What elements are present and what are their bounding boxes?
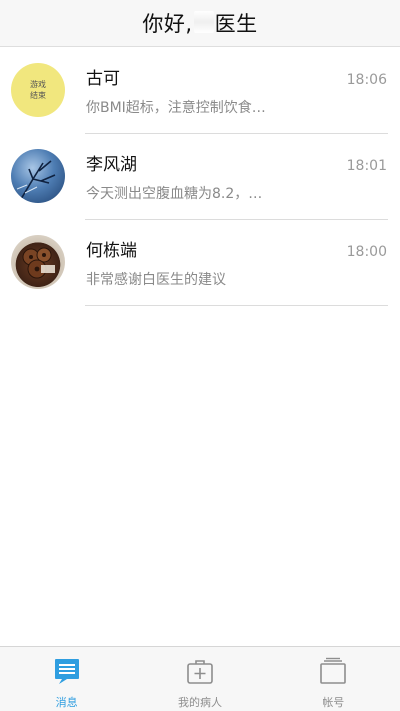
tab-label: 消息 bbox=[55, 696, 78, 709]
account-icon bbox=[320, 657, 347, 684]
conversation-preview: 非常感谢白医生的建议 bbox=[86, 272, 226, 288]
food-plate-image-icon bbox=[22, 247, 55, 279]
conversation-item-hedongduan[interactable]: 何栋端 非常感谢白医生的建议 18:00 bbox=[0, 220, 400, 306]
tab-messages[interactable]: 消息 bbox=[0, 647, 133, 711]
avatar bbox=[11, 149, 65, 203]
conversation-name: 李风湖 bbox=[86, 155, 137, 175]
title-prefix: 你好, bbox=[142, 12, 193, 36]
conversation-name: 古可 bbox=[86, 69, 120, 89]
winter-tree-image-icon bbox=[16, 160, 56, 200]
tab-bar: 消息 我的病人 帐号 bbox=[0, 646, 400, 711]
tab-label: 我的病人 bbox=[177, 696, 222, 709]
divider bbox=[85, 305, 388, 306]
tab-label: 帐号 bbox=[322, 696, 345, 709]
conversation-list: 游戏 结束 古可 你BMI超标，注意控制饮食… 18:06 李风湖 今天测出空腹… bbox=[0, 48, 400, 306]
page-title: 你好,王医生 bbox=[142, 8, 257, 38]
conversation-name: 何栋端 bbox=[86, 241, 137, 261]
conversation-preview: 今天测出空腹血糖为8.2，… bbox=[86, 186, 263, 202]
conversation-preview: 你BMI超标，注意控制饮食… bbox=[86, 100, 266, 116]
avatar bbox=[11, 235, 65, 289]
message-icon bbox=[54, 659, 79, 684]
conversation-item-lifenghu[interactable]: 李风湖 今天测出空腹血糖为8.2，… 18:01 bbox=[0, 134, 400, 220]
title-name-obscured: 王 bbox=[193, 11, 214, 33]
tab-account[interactable]: 帐号 bbox=[267, 647, 400, 711]
nav-header: 你好,王医生 bbox=[0, 0, 400, 47]
title-suffix: 医生 bbox=[214, 12, 258, 36]
avatar-text-line2: 结束 bbox=[30, 91, 46, 100]
avatar: 游戏 结束 bbox=[11, 63, 65, 117]
tab-my-patients[interactable]: 我的病人 bbox=[133, 647, 266, 711]
app-screen: 你好,王医生 游戏 结束 古可 你BMI超标，注意控制饮食… 18:06 李风湖… bbox=[0, 0, 400, 711]
conversation-time: 18:00 bbox=[346, 244, 387, 260]
conversation-item-guke[interactable]: 游戏 结束 古可 你BMI超标，注意控制饮食… 18:06 bbox=[0, 48, 400, 134]
conversation-time: 18:06 bbox=[346, 72, 387, 88]
avatar-text-line1: 游戏 bbox=[30, 80, 46, 89]
medical-kit-icon bbox=[187, 660, 213, 684]
conversation-time: 18:01 bbox=[346, 158, 387, 174]
